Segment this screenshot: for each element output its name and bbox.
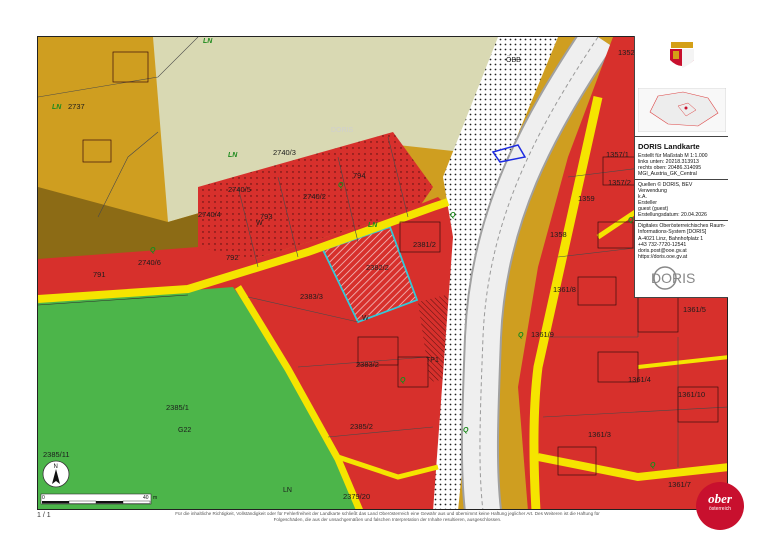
zone-label: Q [400,377,406,384]
org-web[interactable]: https://doris.ooe.gv.at [638,254,687,260]
panel-divider [635,179,728,180]
doris-logo: DORIS [651,266,695,290]
plot-label: 2385/11 [43,450,70,459]
zone-w-label-2: W [362,315,369,322]
zone-label: Q [150,247,156,254]
panel-title: DORIS Landkarte [638,142,700,151]
plot-label: 2740/4 [198,210,221,219]
org-name: Digitales Oberösterreichisches Raum-Info… [638,223,726,236]
crs-label: MGI_Austria_GK_Central [638,171,697,177]
created-date: Erstellungsdatum: 20.04.2026 [638,212,707,218]
zone-w-label-1: W [256,220,263,227]
zone-label: LN [228,152,238,159]
plot-label: 2379/20 [343,492,370,501]
zone-label: Q [518,332,524,339]
plot-label: 2740/3 [273,148,296,157]
plot-label: 2385/1 [166,403,189,412]
plot-label: 2381/2 [413,240,436,249]
plot-label: 1361/5 [683,305,706,314]
zone-label: Q [463,427,469,434]
plot-label: 794 [353,171,366,180]
doris-logo-text: DORIS [651,270,695,286]
field-code-label: G22 [178,427,191,434]
plot-label: 1359 [578,194,595,203]
plot-label: 1361/3 [588,430,611,439]
plot-label: 2740/6 [138,258,161,267]
plot-label: 1357/2 [608,178,631,187]
oberoesterreich-logo: ober österreich [696,482,744,530]
plot-label: 1357/1 [606,150,629,159]
plot-label: 2740/2 [303,192,326,201]
overview-map-icon [638,88,726,132]
map-svg: 27372740/32740/52740/42740/22740/6794793… [38,37,727,509]
plot-label: 1358 [550,230,567,239]
disclaimer-text: Für die inhaltliche Richtigkeit, Vollstä… [175,511,600,522]
coat-of-arms-icon [670,42,694,68]
map-canvas[interactable]: 2737 2740/3 2740/5 2740/4 2740/2 2740/6 794 793… [37,36,728,510]
map-watermark: DORIS [331,127,354,134]
page-number: 1 / 1 [37,512,51,519]
zone-label: Q [338,182,344,189]
map-sheet: 2737 2740/3 2740/5 2740/4 2740/2 2740/6 794 793… [0,0,768,543]
info-panel: DORIS Landkarte Erstellt für Maßstab M 1… [634,36,728,298]
tp-label: TP1 [426,357,439,364]
plot-label: 2740/5 [228,185,251,194]
plot-label: 2737 [68,102,85,111]
scale-start: 0 [42,495,45,501]
logo-line-1: ober [708,491,732,506]
plot-label: 2382/2 [366,263,389,272]
zone-label: LN [52,104,62,111]
plot-label: 1361/7 [668,480,691,489]
north-arrow-icon: N [42,460,70,488]
plot-label: 792 [226,253,239,262]
logo-line-2: österreich [709,506,731,512]
scale-mid: 40 [143,495,149,501]
zone-label: LN [368,222,378,229]
panel-divider [635,136,728,137]
north-label: N [54,464,58,470]
zone-label: LN [203,38,213,45]
scale-bar: 0 40 m [40,493,157,505]
plot-label: 1361/4 [628,375,651,384]
zone-label: Q [450,212,456,219]
plot-label: 2383/3 [300,292,323,301]
plot-label: 2385/2 [350,422,373,431]
plot-label: 791 [93,270,106,279]
plot-label: 1361/10 [678,390,705,399]
plot-label: 2383/2 [356,360,379,369]
zone-label: Q [650,462,656,469]
rail-label: ÖBB [506,56,521,64]
plot-label: 1352 [618,48,635,57]
zone-ln-label-south: LN [283,487,292,494]
plot-label: 1361/9 [531,330,554,339]
scale-unit: m [153,495,157,501]
plot-label: 1361/8 [553,285,576,294]
panel-divider [635,220,728,221]
